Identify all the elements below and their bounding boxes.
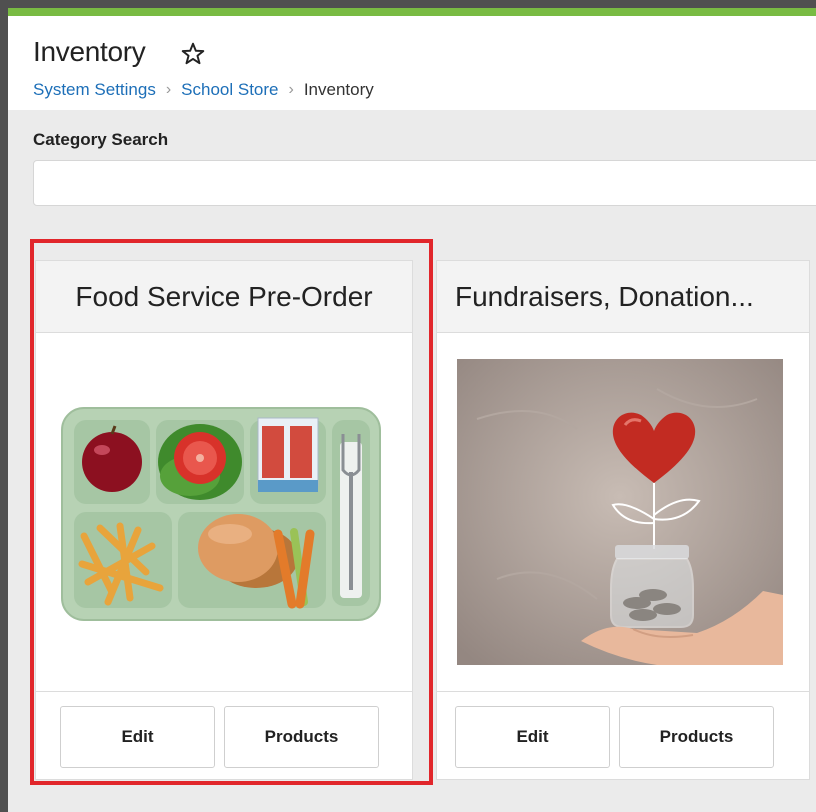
category-card-food-service[interactable]: Food Service Pre-Order Edit Products bbox=[35, 260, 413, 780]
chevron-right-icon: › bbox=[165, 81, 172, 98]
card-footer: Edit Products bbox=[36, 691, 412, 779]
card-title: Food Service Pre-Order bbox=[75, 281, 373, 312]
app-frame: Inventory System Settings › School Store… bbox=[8, 8, 816, 812]
page-title: Inventory bbox=[33, 36, 146, 67]
donation-jar-heart-image bbox=[457, 359, 783, 665]
edit-button[interactable]: Edit bbox=[60, 706, 215, 768]
breadcrumb-current: Inventory bbox=[303, 80, 374, 99]
category-search-label: Category Search bbox=[33, 130, 169, 149]
category-card-fundraisers[interactable]: Fundraisers, Donation... Edit Products bbox=[436, 260, 810, 780]
category-search-input[interactable] bbox=[33, 160, 816, 206]
card-title: Fundraisers, Donation... bbox=[455, 281, 754, 312]
breadcrumb: System Settings › School Store › Invento… bbox=[33, 80, 374, 100]
card-footer: Edit Products bbox=[437, 691, 809, 779]
lunch-tray-image bbox=[61, 407, 381, 621]
chevron-right-icon: › bbox=[288, 81, 294, 98]
accent-bar bbox=[8, 8, 816, 16]
edit-button[interactable]: Edit bbox=[455, 706, 610, 768]
breadcrumb-system-settings[interactable]: System Settings bbox=[33, 80, 156, 100]
card-header: Fundraisers, Donation... bbox=[437, 261, 809, 333]
breadcrumb-school-store[interactable]: School Store bbox=[181, 80, 278, 100]
page-header: Inventory System Settings › School Store… bbox=[8, 16, 816, 110]
products-button[interactable]: Products bbox=[224, 706, 379, 768]
card-header: Food Service Pre-Order bbox=[36, 261, 412, 333]
star-icon[interactable] bbox=[180, 41, 206, 67]
products-button[interactable]: Products bbox=[619, 706, 774, 768]
